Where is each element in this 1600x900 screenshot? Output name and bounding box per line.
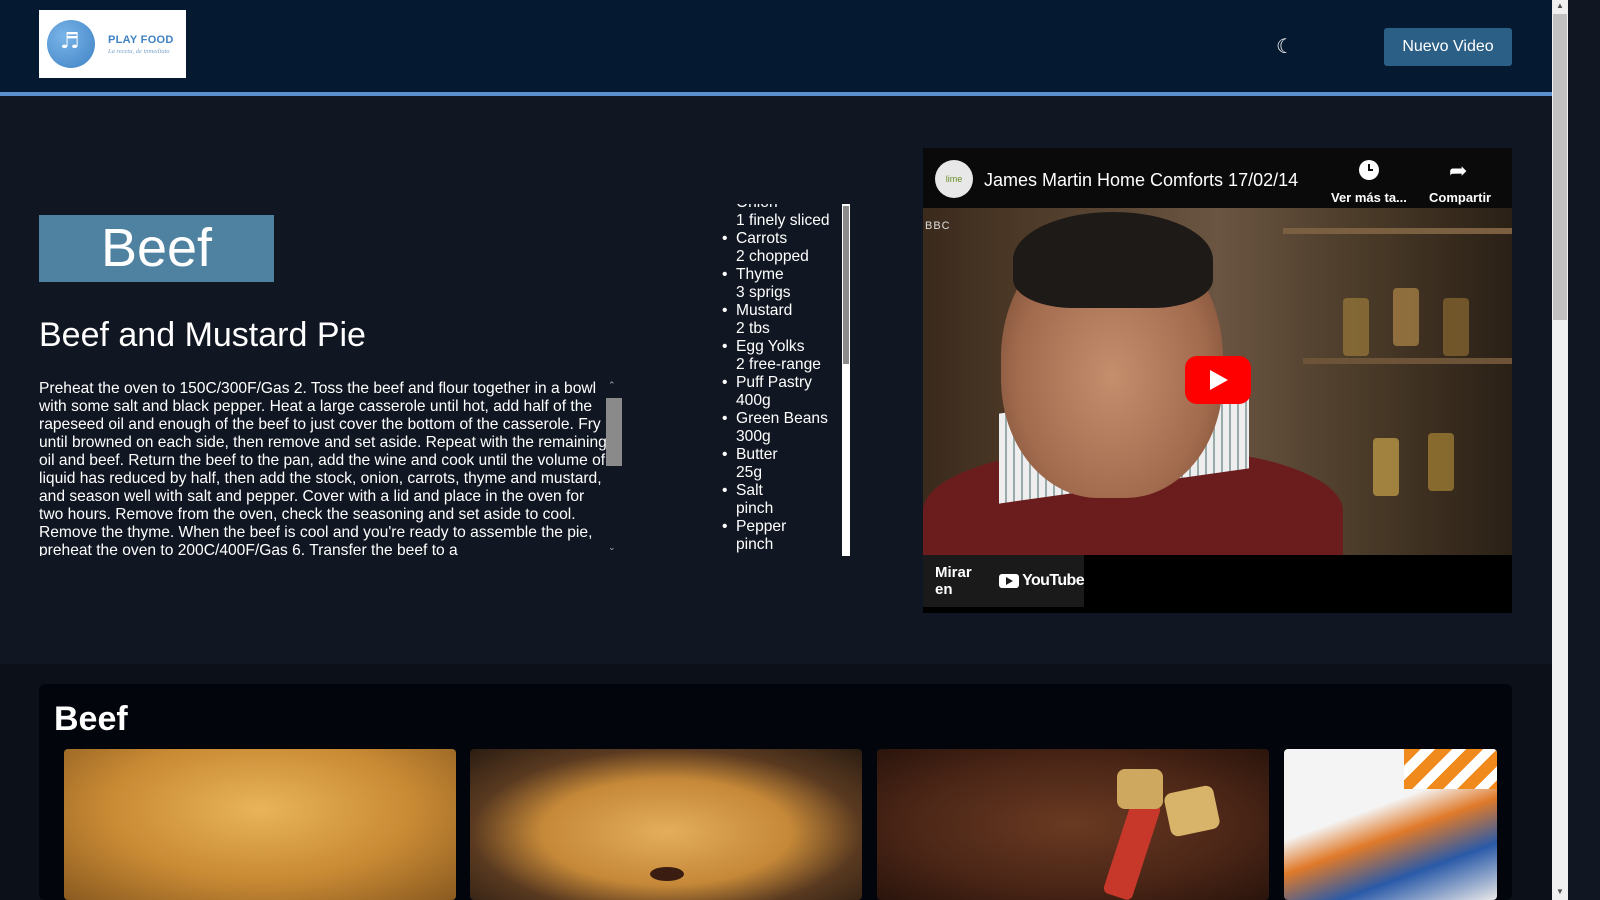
ingredient-measure: pinch <box>736 536 774 553</box>
share-button[interactable]: Compartir <box>1429 190 1491 205</box>
video-title[interactable]: James Martin Home Comforts 17/02/14 <box>984 170 1298 191</box>
clock-icon[interactable] <box>1359 160 1379 180</box>
watch-on-youtube-button[interactable]: Mirar en YouTube <box>923 555 1085 607</box>
ingredient-measure: 3 sprigs <box>736 284 791 301</box>
ingredient-item: • Puff Pastry 400g <box>720 374 842 410</box>
share-icon[interactable]: ➦ <box>1449 159 1467 184</box>
ingredient-name: Green Beans <box>736 410 828 427</box>
background-jar <box>1393 288 1419 346</box>
bullet-icon: • <box>722 230 728 247</box>
bullet-icon: • <box>722 374 728 391</box>
ingredient-item: • Pepper pinch <box>720 518 842 554</box>
category-badge: Beef <box>39 215 274 282</box>
ingredient-item: • Green Beans 300g <box>720 410 842 446</box>
header-divider <box>0 92 1552 96</box>
ingredient-measure: 300g <box>736 428 771 445</box>
bullet-icon: • <box>722 446 728 463</box>
ingredient-name: Mustard <box>736 302 793 319</box>
ingredient-item: • Carrots 2 chopped <box>720 230 842 266</box>
ingredient-name: Thyme <box>736 266 784 283</box>
watch-later-button[interactable]: Ver más ta... <box>1331 190 1407 205</box>
background-jar <box>1428 433 1454 491</box>
ingredient-name: Butter <box>736 446 778 463</box>
ingredient-item: • Mustard 2 tbs <box>720 302 842 338</box>
video-thumbnail[interactable]: BBC <box>923 208 1512 555</box>
category-carousel: Beef <box>39 684 1512 900</box>
watch-on-label: Mirar en <box>935 564 972 598</box>
youtube-wordmark: YouTube <box>1022 572 1084 589</box>
ingredient-name: Onion <box>736 204 842 212</box>
presenter-hair <box>1013 212 1213 308</box>
ingredient-name: Puff Pastry <box>736 374 812 391</box>
recipe-card[interactable] <box>877 749 1269 900</box>
scroll-up-arrow-icon[interactable]: ▲ <box>1552 0 1568 12</box>
ingredient-name: Egg Yolks <box>736 338 805 355</box>
bullet-icon: • <box>722 302 728 319</box>
background-jar <box>1373 438 1399 496</box>
recipe-card[interactable] <box>64 749 456 900</box>
logo-spoon-icon: ♬ <box>47 20 95 68</box>
striped-cloth <box>1404 749 1497 789</box>
logo-name: PLAY FOOD <box>108 34 174 46</box>
ingredient-item: • Thyme 3 sprigs <box>720 266 842 302</box>
ingredient-name: Carrots <box>736 230 788 247</box>
ingredients-list: • Onion1 finely sliced • Carrots2 chopped • T… <box>720 204 842 554</box>
ingredient-measure: 400g <box>736 392 771 409</box>
ingredient-measure: 25g <box>736 464 763 481</box>
recipe-title: Beef and Mustard Pie <box>39 316 366 354</box>
bullet-icon: • <box>722 518 728 535</box>
ingredient-measure: 1 finely sliced <box>736 212 830 229</box>
recipe-instructions: Preheat the oven to 150C/300F/Gas 2. Tos… <box>39 380 607 556</box>
moon-icon[interactable]: ☾ <box>1276 36 1294 56</box>
background-jar <box>1343 298 1369 356</box>
bullet-icon: • <box>722 338 728 355</box>
pepper-piece <box>1102 796 1162 900</box>
background-shelf <box>1303 358 1512 364</box>
ingredient-name: Pepper <box>736 518 787 535</box>
instructions-scrollbar-thumb[interactable] <box>606 398 622 466</box>
youtube-logo-icon <box>999 574 1020 588</box>
play-button-icon[interactable] <box>1185 356 1251 404</box>
background-jar <box>1443 298 1469 356</box>
ingredient-item: • Egg Yolks 2 free-range <box>720 338 842 374</box>
ingredient-item: • Onion1 finely sliced <box>720 204 842 230</box>
potato-piece <box>1117 769 1163 809</box>
bbc-watermark: BBC <box>925 220 951 232</box>
ingredient-measure: 2 chopped <box>736 248 809 265</box>
ingredient-measure: pinch <box>736 500 774 517</box>
bullet-icon: • <box>722 204 727 212</box>
ingredients-scrollbar-thumb[interactable] <box>843 206 849 364</box>
ingredient-item: • Salt pinch <box>720 482 842 518</box>
instructions-panel[interactable]: Preheat the oven to 150C/300F/Gas 2. Tos… <box>39 380 624 556</box>
ingredient-measure: 2 tbs <box>736 320 770 337</box>
youtube-video-embed[interactable]: lime James Martin Home Comforts 17/02/14… <box>923 148 1512 613</box>
recipe-card[interactable] <box>1284 749 1497 900</box>
instructions-scroll-up-icon[interactable]: ⌃ <box>608 380 616 391</box>
instructions-scroll-down-icon[interactable]: ⌄ <box>608 542 616 553</box>
bullet-icon: • <box>722 482 728 499</box>
ingredient-measure: 2 free-range <box>736 356 821 373</box>
play-food-logo[interactable]: ♬ PLAY FOOD La receta, de inmediato <box>39 10 186 78</box>
bullet-icon: • <box>722 410 728 427</box>
category-heading: Beef <box>54 700 128 738</box>
logo-tagline: La receta, de inmediato <box>108 48 170 55</box>
video-title-bar: lime James Martin Home Comforts 17/02/14… <box>923 148 1512 208</box>
recipe-card[interactable] <box>470 749 862 900</box>
channel-avatar[interactable]: lime <box>935 160 973 198</box>
top-navbar: ♬ PLAY FOOD La receta, de inmediato ☾ Nu… <box>0 0 1552 92</box>
scroll-down-arrow-icon[interactable]: ▼ <box>1552 886 1568 898</box>
ingredient-item: • Butter 25g <box>720 446 842 482</box>
page-scrollbar-thumb[interactable] <box>1553 14 1567 320</box>
new-video-button[interactable]: Nuevo Video <box>1384 28 1512 66</box>
background-shelf <box>1283 228 1512 234</box>
bullet-icon: • <box>722 266 728 283</box>
ingredients-panel[interactable]: • Onion1 finely sliced • Carrots2 chopped • T… <box>720 204 842 556</box>
potato-piece <box>1162 784 1222 838</box>
pie-vent <box>650 867 684 881</box>
ingredient-name: Salt <box>736 482 763 499</box>
